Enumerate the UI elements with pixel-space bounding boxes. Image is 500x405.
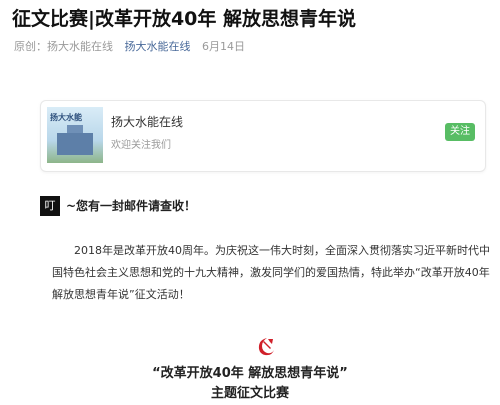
notice-text: ~您有一封邮件请查收！ <box>66 199 197 213</box>
account-avatar: 扬大水能 <box>47 107 103 163</box>
body-paragraph: 2018年是改革开放40周年。为庆祝这一伟大时刻，全面深入贯彻落实习近平新时代中… <box>52 240 490 306</box>
banner-title: “改革开放40年 解放思想青年说” <box>152 366 348 381</box>
building-icon <box>57 133 93 155</box>
party-emblem-icon <box>258 338 274 356</box>
article-title: 征文比赛|改革开放40年 解放思想青年说 <box>12 8 356 30</box>
original-label: 原创： <box>14 40 47 53</box>
author-name: 扬大水能在线 <box>47 40 113 53</box>
body-paragraph-text: 2018年是改革开放40周年。为庆祝这一伟大时刻，全面深入贯彻落实习近平新时代中… <box>52 244 490 301</box>
article-meta: 原创：扬大水能在线 扬大水能在线 6月14日 <box>14 38 245 54</box>
account-name: 扬大水能在线 <box>111 115 184 129</box>
article-page: 征文比赛|改革开放40年 解放思想青年说 原创：扬大水能在线 扬大水能在线 6月… <box>0 0 500 405</box>
account-description: 欢迎关注我们 <box>111 140 171 151</box>
avatar-text: 扬大水能 <box>50 113 82 122</box>
account-link[interactable]: 扬大水能在线 <box>125 40 191 53</box>
follow-button[interactable]: 关注 <box>445 123 475 141</box>
notice-heading: 叮 ~您有一封邮件请查收！ <box>40 195 197 216</box>
notice-tag: 叮 <box>40 195 60 216</box>
banner-subtitle: 主题征文比赛 <box>210 386 289 401</box>
account-card[interactable]: 扬大水能 扬大水能在线 欢迎关注我们 关注 <box>40 100 486 172</box>
publish-date: 6月14日 <box>202 40 245 53</box>
